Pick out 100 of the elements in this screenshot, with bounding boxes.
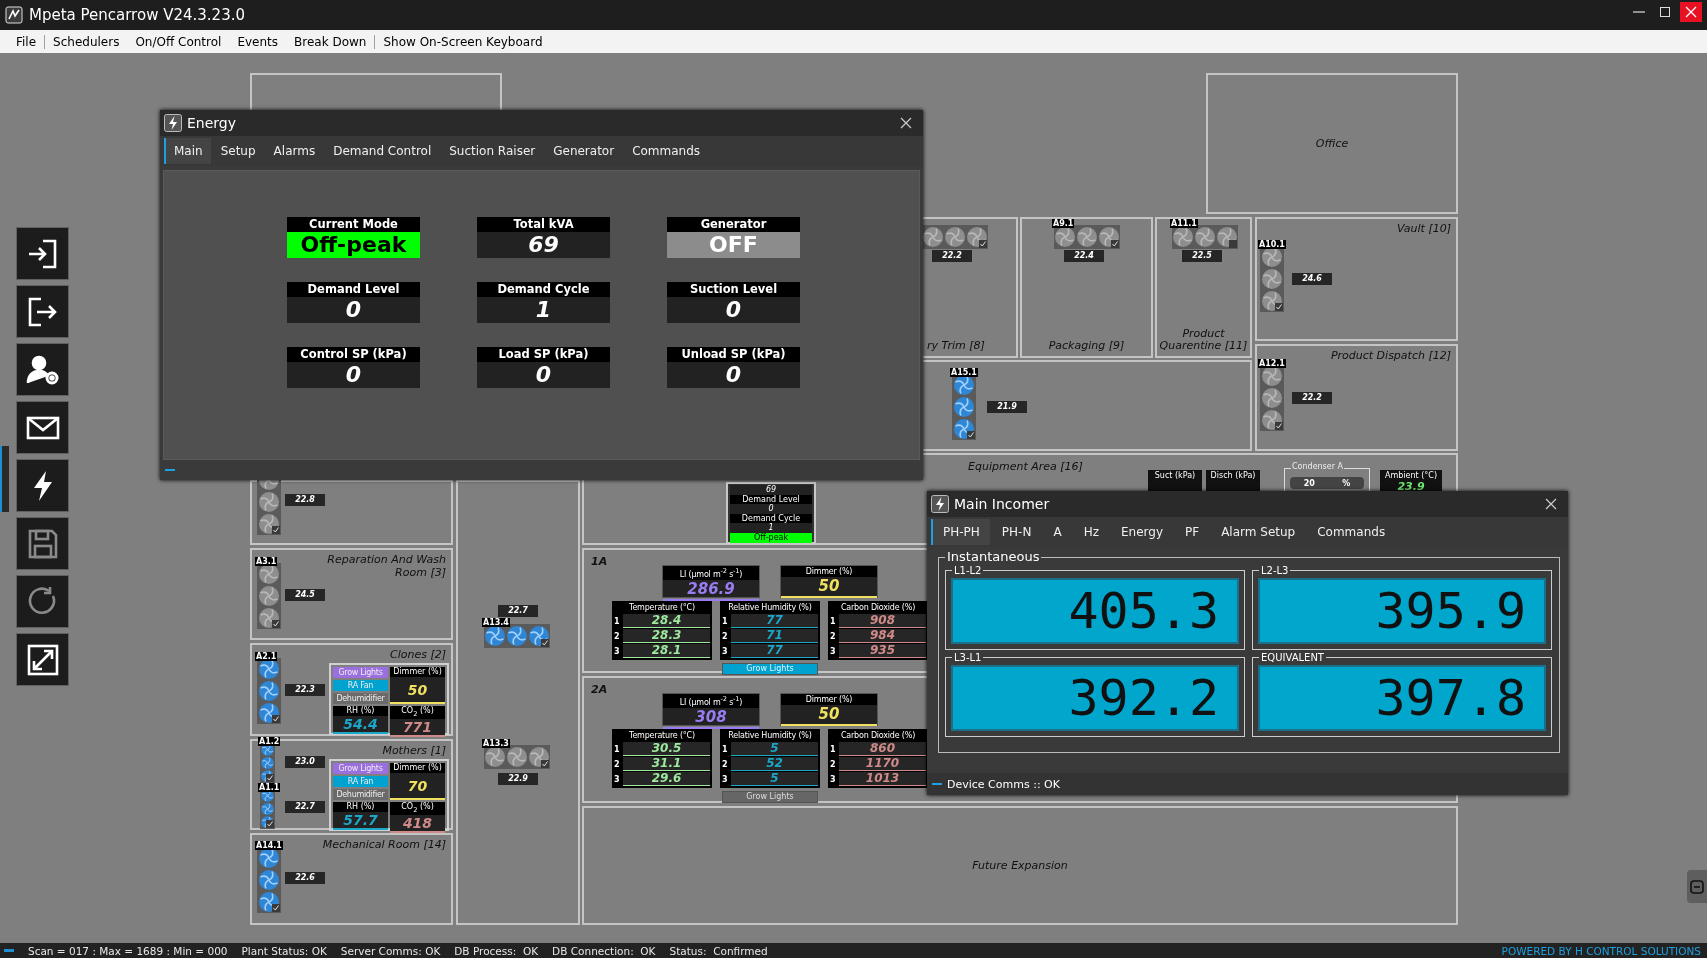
room-name: Mothers [1] [382, 745, 446, 758]
grow-lights-button[interactable]: Grow Lights [722, 791, 818, 803]
menu-item[interactable]: Schedulers [45, 34, 128, 49]
checkbox-icon[interactable] [272, 526, 280, 534]
menu-item[interactable]: Events [229, 34, 287, 49]
tile-label: LI (µmol m$^{-2}$ s$^{-1}$) [663, 694, 759, 708]
checkbox-icon[interactable] [266, 820, 274, 828]
tile-label: CO$_{2}$ (%) [390, 706, 445, 719]
tile-label: CO$_{2}$ (%) [390, 802, 445, 815]
tile-value: 0 [477, 362, 610, 388]
tab[interactable]: Commands [1305, 519, 1396, 545]
tile-value: Off-peak [287, 232, 420, 258]
room-name: Vault [10] [1397, 223, 1451, 236]
menu-item[interactable]: File [8, 34, 45, 49]
tab[interactable]: A [1041, 519, 1072, 545]
unit-tag: A10.1 [1258, 240, 1286, 249]
tab[interactable]: Setup [210, 138, 264, 164]
summary-value: 0 [730, 504, 812, 514]
table-cell: 908 [839, 614, 926, 628]
tab[interactable]: Main [164, 138, 211, 164]
tile-label: RH (%) [333, 706, 388, 716]
status-text: Status: Confirmed [669, 944, 768, 957]
lightning-icon[interactable] [16, 459, 69, 512]
checkbox-icon[interactable] [979, 240, 987, 248]
row-index: 2 [614, 759, 621, 769]
checkbox-icon[interactable] [1111, 240, 1119, 248]
logout-icon[interactable] [16, 285, 69, 338]
close-button[interactable] [1680, 2, 1702, 22]
toggle-button[interactable]: Dehumidifier [333, 789, 388, 800]
credit-text: POWERED BY H CONTROL SOLUTIONS [1501, 944, 1701, 957]
menu-item[interactable]: Break Down [286, 34, 375, 49]
room-name: Equipment Area [16] [968, 461, 1083, 474]
side-handle[interactable] [0, 446, 9, 512]
tab[interactable]: Hz [1071, 519, 1109, 545]
app-icon [5, 6, 23, 24]
row-index: 2 [830, 759, 837, 769]
checkbox-icon[interactable] [1229, 240, 1237, 248]
temperature-readout: 22.2 [1292, 392, 1332, 404]
row-index: 1 [722, 616, 729, 626]
checkbox-icon[interactable] [272, 904, 280, 912]
checkbox-icon[interactable] [266, 774, 274, 782]
gauge-label: Ambient (°C) [1384, 470, 1438, 481]
gauge-value: 23.9 [1397, 481, 1425, 493]
window-title: Energy [187, 115, 236, 131]
tile-label: RH (%) [333, 802, 388, 812]
tile-value: 50 [781, 705, 877, 726]
tab[interactable]: Energy [1109, 519, 1173, 545]
table-cell: 77 [731, 644, 818, 658]
reading-value: 392.2 [951, 665, 1239, 731]
menu-item[interactable]: Show On-Screen Keyboard [375, 34, 551, 49]
menu-item[interactable]: On/Off Control [127, 34, 230, 49]
status-text: Scan = 017 : Max = 1689 : Min = 000 [28, 944, 228, 957]
room-name: Office [1314, 137, 1350, 150]
checkbox-icon[interactable] [541, 760, 549, 768]
temperature-readout: 22.6 [285, 872, 325, 884]
checkbox-icon[interactable] [541, 639, 549, 647]
room-name: Packaging [9] [1047, 340, 1126, 353]
minimize-icon [1633, 11, 1645, 13]
tile-label: Unload SP (kPa) [667, 347, 800, 362]
tab[interactable]: Generator [543, 138, 623, 164]
tab[interactable]: Alarms [263, 138, 324, 164]
tab[interactable]: Suction Raiser [439, 138, 544, 164]
status-indicator [932, 783, 942, 785]
row-index: 2 [830, 631, 837, 641]
user-settings-icon[interactable] [16, 343, 69, 396]
tab[interactable]: PH-PH [931, 519, 990, 545]
tile-label: Dimmer (%) [781, 566, 877, 577]
status-text: Device Comms :: OK [947, 777, 1060, 791]
temperature-readout: 22.4 [1064, 250, 1104, 262]
temperature-readout: 24.5 [285, 589, 325, 601]
checkbox-icon[interactable] [1275, 303, 1283, 311]
checkbox-icon[interactable] [1275, 422, 1283, 430]
tab[interactable]: PF [1173, 519, 1210, 545]
checkbox-icon[interactable] [272, 715, 280, 723]
checkbox-icon[interactable] [967, 431, 975, 439]
row-index: 3 [830, 646, 837, 656]
table-cell: 860 [839, 742, 926, 756]
tab[interactable]: PH-N [989, 519, 1042, 545]
envelope-icon[interactable] [16, 401, 69, 454]
unit-tag: A9.1 [1052, 219, 1075, 228]
unit-tag: A13.3 [482, 739, 510, 748]
row-index: 3 [614, 646, 621, 656]
room-name: Product Quarentine [11] [1159, 327, 1248, 353]
tile-value: 0 [287, 297, 420, 323]
tab[interactable]: Alarm Setup [1209, 519, 1306, 545]
toggle-button[interactable]: Dehumidifier [333, 693, 388, 704]
unit-tag: A1.2 [258, 737, 281, 746]
table-cell: 984 [839, 629, 926, 643]
tile-label: Generator [667, 217, 800, 232]
collapse-tab[interactable] [1687, 870, 1707, 903]
tab[interactable]: Demand Control [323, 138, 440, 164]
status-text: DB Connection: OK [552, 944, 656, 957]
tab[interactable]: Commands [622, 138, 709, 164]
tile-value: 1 [477, 297, 610, 323]
temperature-readout: 21.9 [987, 401, 1027, 413]
login-icon[interactable] [16, 227, 69, 280]
temperature-readout: 22.7 [498, 605, 538, 617]
checkbox-icon[interactable] [272, 620, 280, 628]
reading-label: EQUIVALENT [1259, 651, 1326, 664]
resize-icon[interactable] [16, 633, 69, 686]
